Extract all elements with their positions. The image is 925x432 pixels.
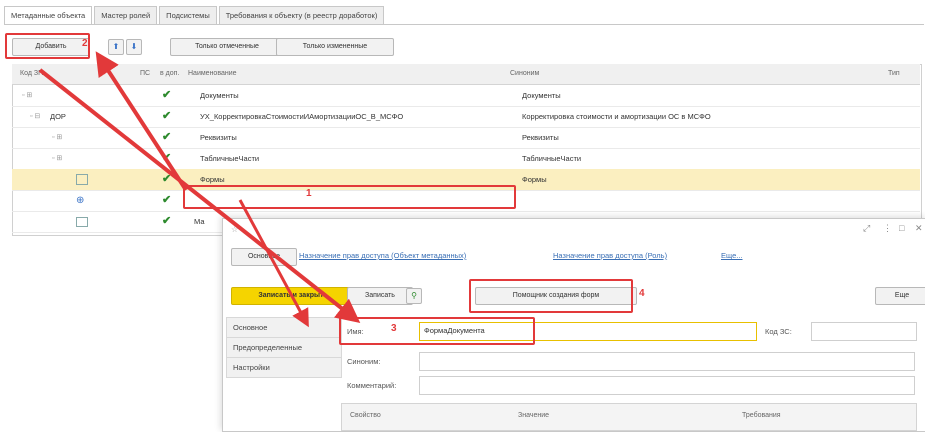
arrow-1-to-add xyxy=(95,51,188,192)
arrow-forms-to-name xyxy=(238,199,309,328)
annotation-arrows xyxy=(38,51,361,328)
arrow-add-to-name xyxy=(38,68,361,323)
